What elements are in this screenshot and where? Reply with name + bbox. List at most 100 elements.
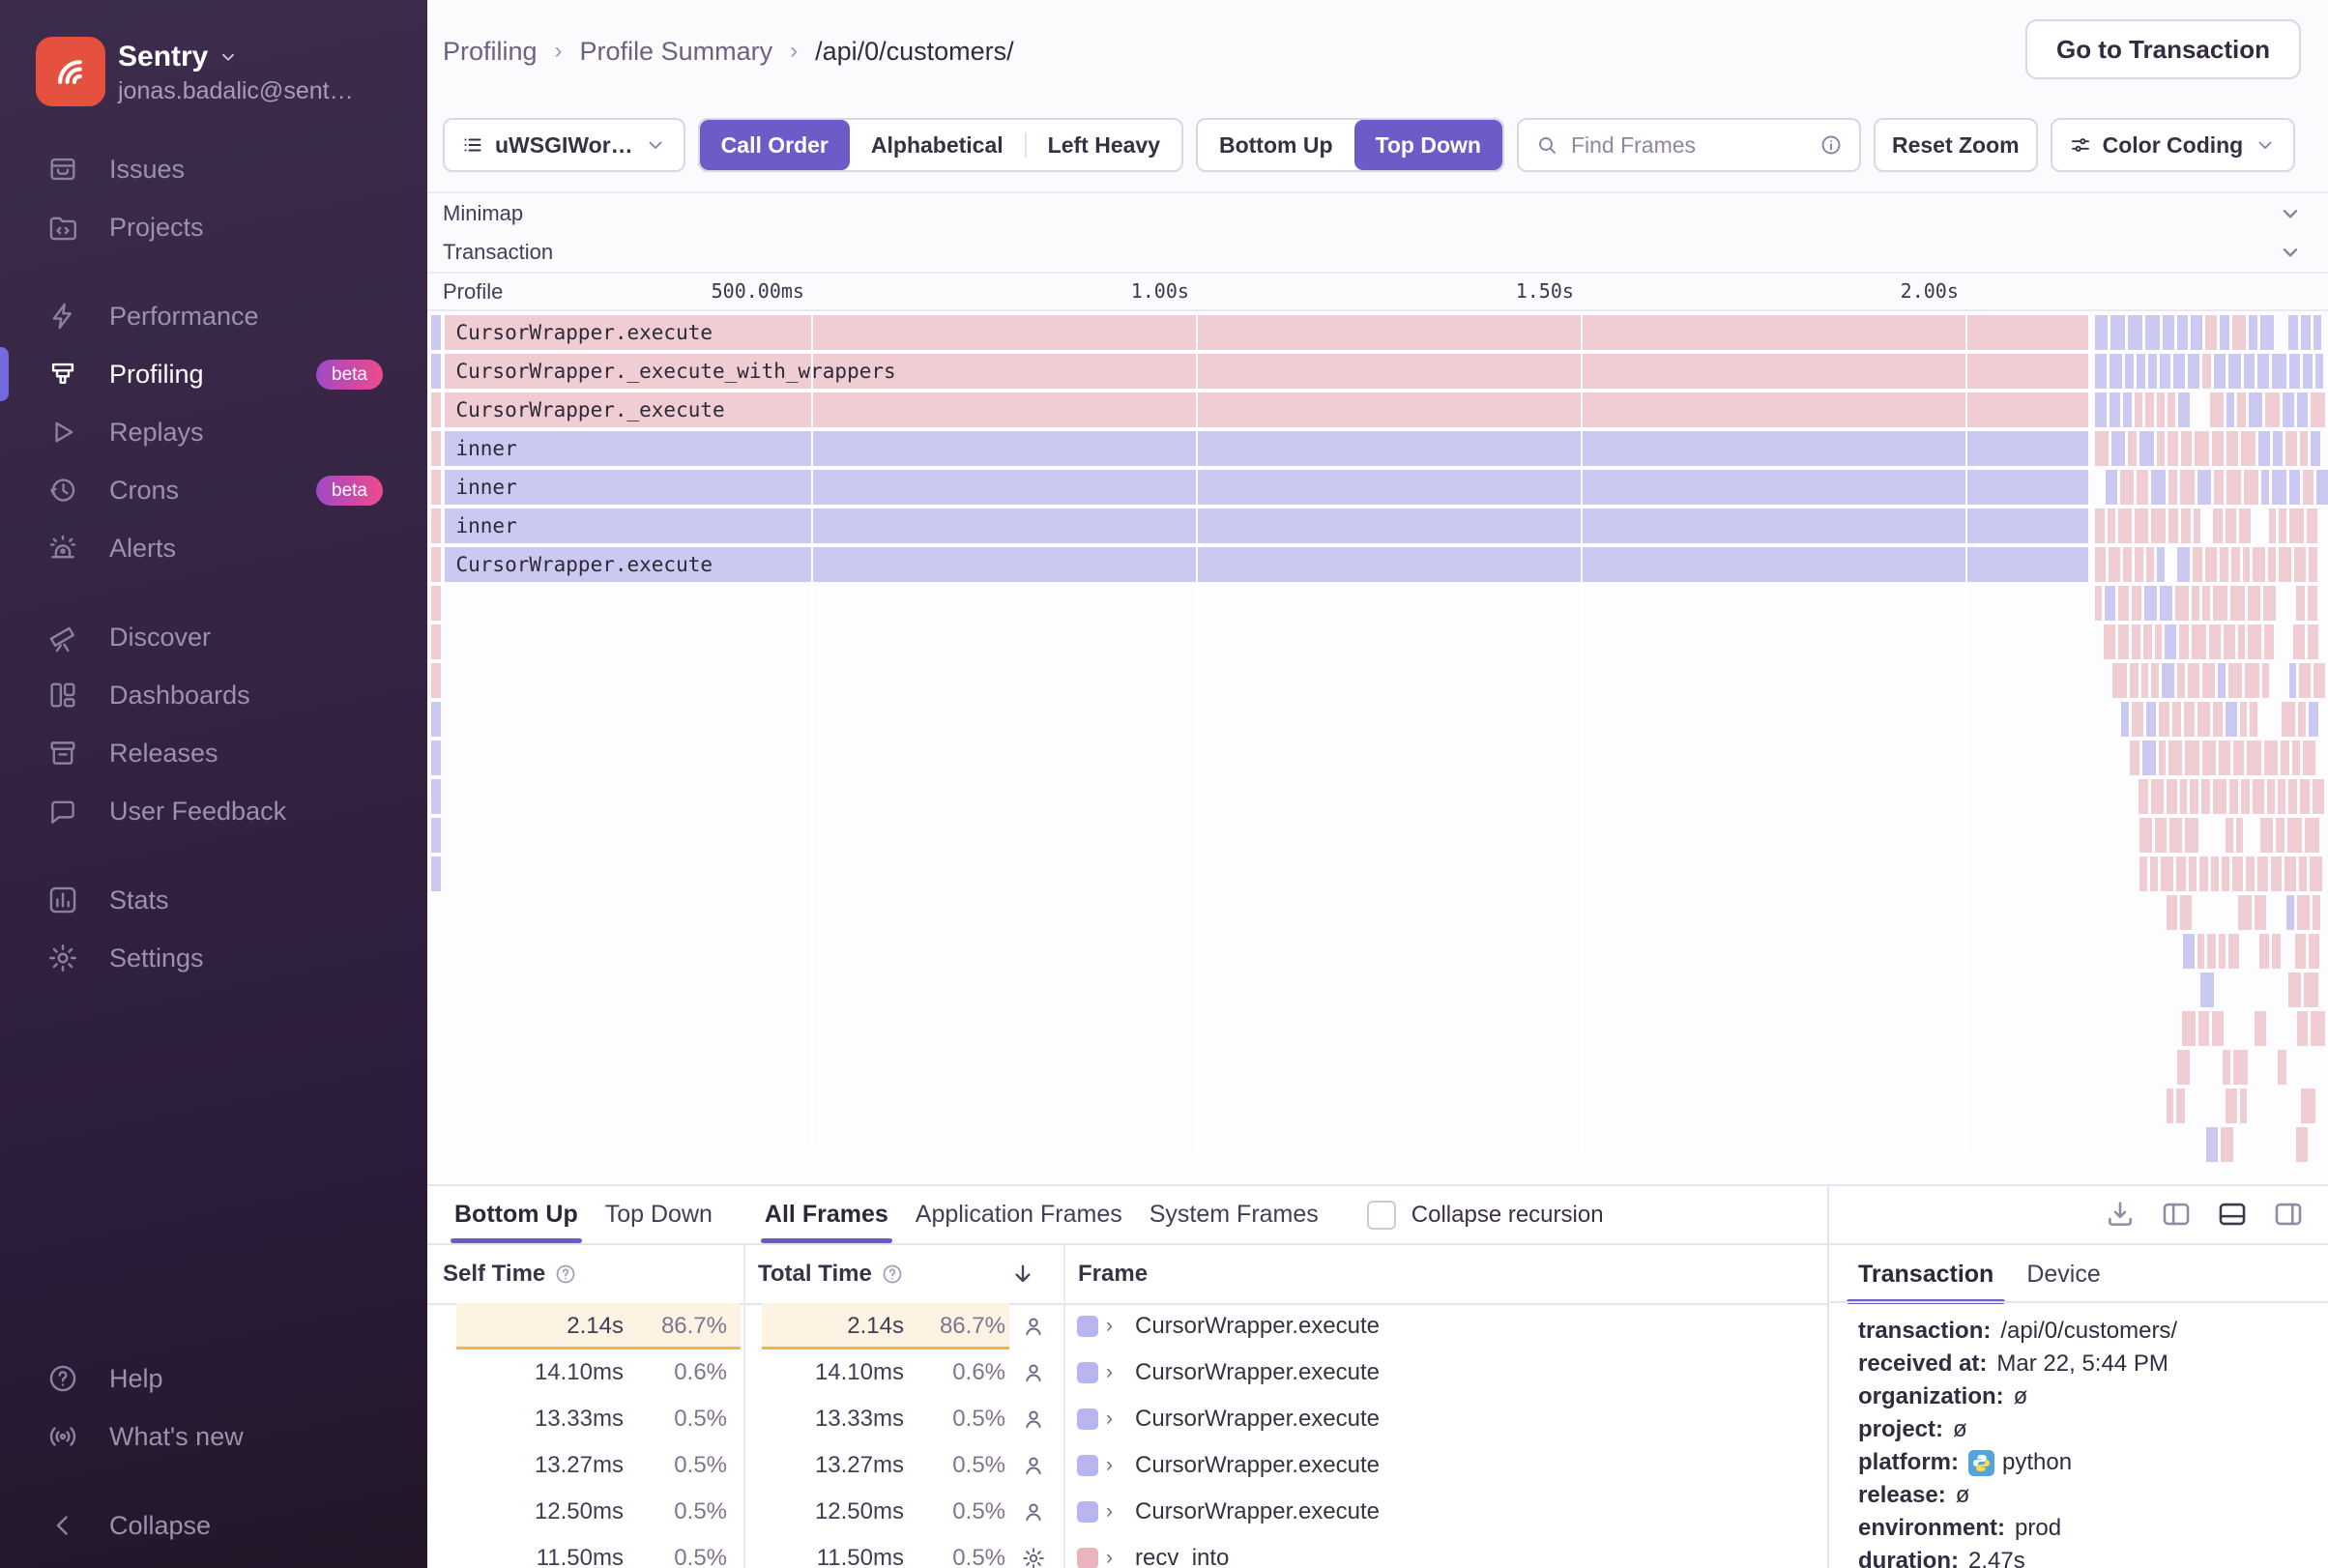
flame-frame[interactable]: [2218, 934, 2226, 969]
flame-frame[interactable]: [2268, 508, 2276, 543]
flame-frame[interactable]: [2167, 431, 2178, 466]
flame-frame[interactable]: [2176, 663, 2185, 698]
breadcrumb-profile-summary[interactable]: Profile Summary: [580, 37, 773, 67]
flame-frame[interactable]: [2315, 470, 2328, 505]
flame-frame[interactable]: [2247, 624, 2261, 659]
flame-frame[interactable]: [2150, 470, 2166, 505]
flame-frame[interactable]: [2307, 624, 2318, 659]
flame-frame[interactable]: [2094, 392, 2107, 427]
go-to-transaction-button[interactable]: Go to Transaction: [2024, 19, 2301, 79]
sidebar-item-user-feedback[interactable]: User Feedback: [0, 782, 427, 840]
flame-frame[interactable]: [2144, 392, 2154, 427]
table-row[interactable]: 13.27ms 0.5% 13.27ms 0.5% › CursorWrapper.exe…: [427, 1442, 1827, 1489]
flame-frame[interactable]: [2194, 431, 2209, 466]
flame-frame[interactable]: [2176, 1050, 2190, 1085]
flame-frame[interactable]: [2263, 624, 2274, 659]
flame-strip-frame[interactable]: [431, 857, 441, 891]
flame-frame[interactable]: [2220, 1127, 2233, 1162]
flame-frame[interactable]: [2302, 740, 2315, 775]
flame-frame[interactable]: [2134, 547, 2143, 582]
flame-frame[interactable]: [2282, 392, 2294, 427]
table-row[interactable]: 13.33ms 0.5% 13.33ms 0.5% › CursorWrapper.exe…: [427, 1396, 1827, 1442]
flame-frame[interactable]: [2187, 354, 2199, 389]
flame-frame[interactable]: [2166, 1089, 2173, 1123]
flame-frame[interactable]: [2223, 624, 2235, 659]
flame-frame[interactable]: CursorWrapper._execute_with_wrappers: [444, 354, 2088, 389]
flame-frame[interactable]: [2226, 431, 2238, 466]
flame-frame[interactable]: [2304, 818, 2319, 853]
flame-frame[interactable]: [2129, 740, 2139, 775]
flame-frame[interactable]: [2291, 740, 2300, 775]
flame-frame[interactable]: [2144, 315, 2160, 350]
org-switcher[interactable]: Sentry: [118, 41, 239, 73]
flame-frame[interactable]: [2308, 934, 2319, 969]
flame-frame[interactable]: [2298, 663, 2311, 698]
flame-frame[interactable]: [2272, 431, 2283, 466]
flame-frame[interactable]: [2225, 1089, 2237, 1123]
flame-frame[interactable]: [2308, 547, 2317, 582]
tab-bottom-up[interactable]: Bottom Up: [441, 1186, 592, 1243]
flame-frame[interactable]: [2141, 740, 2156, 775]
flame-frame[interactable]: [2208, 624, 2221, 659]
flame-frame[interactable]: [2171, 702, 2181, 737]
flame-frame[interactable]: [2293, 547, 2306, 582]
flame-frame[interactable]: [2260, 470, 2269, 505]
sidebar-item-replays[interactable]: Replays: [0, 403, 427, 461]
flame-strip-frame[interactable]: [431, 354, 441, 389]
flame-frame[interactable]: [2287, 973, 2301, 1007]
flame-frame[interactable]: [2197, 702, 2210, 737]
flame-frame[interactable]: [2285, 895, 2294, 930]
flame-frame[interactable]: [2129, 663, 2139, 698]
flame-frame[interactable]: [2271, 934, 2281, 969]
flame-frame[interactable]: [2231, 315, 2246, 350]
flame-frame[interactable]: [2218, 740, 2230, 775]
sidebar-item-what-s-new[interactable]: What's new: [0, 1408, 427, 1466]
flame-frame[interactable]: [2150, 508, 2166, 543]
flame-frame[interactable]: [2313, 315, 2321, 350]
flame-frame[interactable]: [2154, 818, 2167, 853]
flame-frame[interactable]: [2180, 431, 2192, 466]
flame-strip-frame[interactable]: [431, 586, 441, 621]
flame-frame[interactable]: [2139, 818, 2152, 853]
flame-frame[interactable]: [2136, 354, 2145, 389]
flame-strip-frame[interactable]: [431, 431, 441, 466]
flame-frame[interactable]: [2254, 895, 2266, 930]
flame-strip-frame[interactable]: [431, 508, 441, 543]
tab-system-frames[interactable]: System Frames: [1136, 1186, 1332, 1243]
flame-frame[interactable]: [2284, 431, 2297, 466]
flame-frame[interactable]: [2286, 818, 2302, 853]
flame-frame[interactable]: [2200, 779, 2210, 814]
flame-frame[interactable]: [2236, 392, 2246, 427]
flame-frame[interactable]: [2127, 431, 2137, 466]
flame-frame[interactable]: [2310, 431, 2320, 466]
flame-frame[interactable]: [2104, 586, 2115, 621]
flame-frame[interactable]: [2270, 857, 2282, 891]
sort-option-call-order[interactable]: Call Order: [699, 120, 850, 170]
flame-frame[interactable]: [2156, 547, 2165, 582]
expand-chevron-icon[interactable]: ›: [1106, 1535, 1113, 1568]
flame-frame[interactable]: [2184, 740, 2199, 775]
tab-all-frames[interactable]: All Frames: [751, 1186, 902, 1243]
flame-frame[interactable]: [2242, 547, 2250, 582]
flame-frame[interactable]: [2275, 818, 2284, 853]
flame-frame[interactable]: [2110, 431, 2125, 466]
flame-frame[interactable]: [2140, 663, 2148, 698]
flame-frame[interactable]: [2175, 857, 2186, 891]
flame-frame[interactable]: [2103, 624, 2115, 659]
flame-frame[interactable]: [2314, 354, 2323, 389]
flame-frame[interactable]: [2124, 354, 2134, 389]
flame-frame[interactable]: [2178, 624, 2189, 659]
direction-option-top-down[interactable]: Top Down: [1353, 120, 1502, 170]
flame-frame[interactable]: [2174, 586, 2189, 621]
flame-frame[interactable]: [2226, 470, 2241, 505]
flame-frame[interactable]: [2193, 508, 2200, 543]
flame-frame[interactable]: [2187, 663, 2199, 698]
flame-frame[interactable]: [2136, 470, 2148, 505]
flame-frame[interactable]: [2094, 354, 2107, 389]
flame-frame[interactable]: [2262, 586, 2276, 621]
flame-frame[interactable]: inner: [444, 508, 2088, 543]
thread-selector-dropdown[interactable]: uWSGIWor…: [443, 118, 685, 172]
flame-frame[interactable]: [2271, 354, 2286, 389]
flame-frame[interactable]: [2183, 702, 2195, 737]
sort-descending-icon[interactable]: [1009, 1261, 1036, 1288]
